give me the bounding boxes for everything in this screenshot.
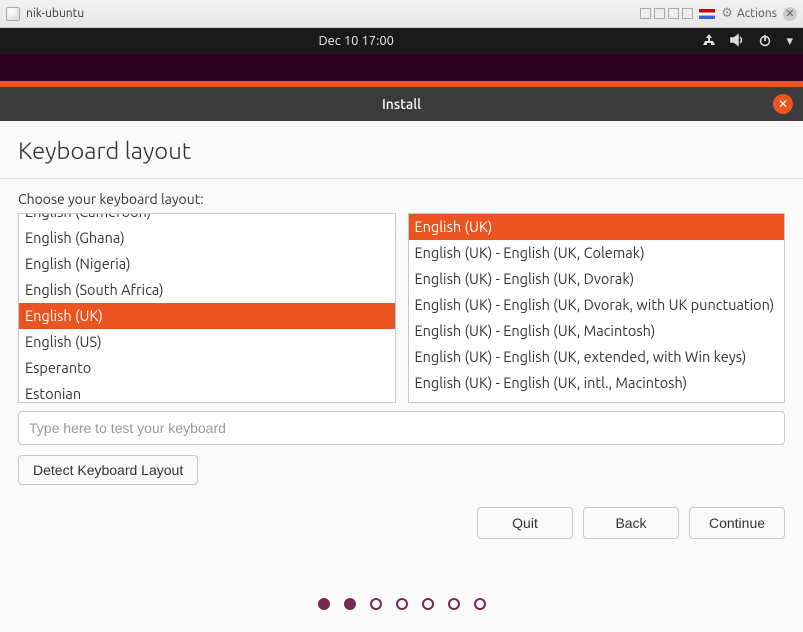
vm-title: nik-ubuntu <box>26 7 84 20</box>
display-icon[interactable] <box>668 8 679 19</box>
vm-titlebar: nik-ubuntu ⚙ Actions ✕ <box>0 0 803 28</box>
installer-page: Keyboard layout Choose your keyboard lay… <box>0 121 803 576</box>
list-item[interactable]: English (US) <box>19 329 395 355</box>
network-icon[interactable] <box>702 33 716 50</box>
display-icon[interactable] <box>640 8 651 19</box>
vm-actions-menu[interactable]: Actions <box>737 7 777 20</box>
dialog-titlebar: Install ✕ <box>0 87 803 121</box>
vm-close-button[interactable]: ✕ <box>783 7 797 21</box>
progress-dot <box>396 598 408 610</box>
window-chrome-strip <box>0 54 803 81</box>
page-title: Keyboard layout <box>18 137 785 164</box>
flag-icon[interactable] <box>699 9 715 19</box>
list-item[interactable]: English (UK) <box>19 303 395 329</box>
list-item[interactable]: English (South Africa) <box>19 277 395 303</box>
progress-dots <box>0 576 803 632</box>
dialog-title: Install <box>382 96 421 112</box>
list-item[interactable]: Estonian <box>19 381 395 403</box>
list-item[interactable]: English (UK) - English (UK, Colemak) <box>409 240 785 266</box>
progress-dot <box>422 598 434 610</box>
keyboard-test-input[interactable] <box>18 411 785 445</box>
volume-icon[interactable] <box>730 33 744 50</box>
language-listbox[interactable]: English (Cameroon)English (Ghana)English… <box>18 213 396 403</box>
prompt-label: Choose your keyboard layout: <box>18 191 785 207</box>
ubuntu-top-bar: Dec 10 17:00 ▾ <box>0 28 803 54</box>
list-item[interactable]: English (UK) - English (UK, intl., with … <box>409 396 785 403</box>
progress-dot <box>448 598 460 610</box>
list-item[interactable]: English (UK) - English (UK, Macintosh) <box>409 318 785 344</box>
variant-listbox[interactable]: English (UK)English (UK) - English (UK, … <box>408 213 786 403</box>
list-item[interactable]: English (Ghana) <box>19 225 395 251</box>
display-icon[interactable] <box>654 8 665 19</box>
footer-buttons: Quit Back Continue <box>18 507 785 539</box>
power-icon[interactable] <box>758 33 772 50</box>
progress-dot <box>318 598 330 610</box>
list-item[interactable]: English (UK) - English (UK, extended, wi… <box>409 344 785 370</box>
detect-layout-button[interactable]: Detect Keyboard Layout <box>18 455 198 485</box>
quit-button[interactable]: Quit <box>477 507 573 539</box>
back-button[interactable]: Back <box>583 507 679 539</box>
list-item[interactable]: English (Nigeria) <box>19 251 395 277</box>
list-item[interactable]: English (UK) - English (UK, Dvorak, with… <box>409 292 785 318</box>
list-item[interactable]: Esperanto <box>19 355 395 381</box>
clock[interactable]: Dec 10 17:00 <box>10 34 702 48</box>
gear-icon[interactable]: ⚙ <box>721 6 733 21</box>
vm-display-controls[interactable] <box>640 8 693 19</box>
list-item[interactable]: English (UK) - English (UK, Dvorak) <box>409 266 785 292</box>
list-item[interactable]: English (UK) - English (UK, intl., Macin… <box>409 370 785 396</box>
list-item[interactable]: English (Cameroon) <box>19 213 395 225</box>
system-tray[interactable]: ▾ <box>702 33 793 50</box>
list-item[interactable]: English (UK) <box>409 214 785 240</box>
progress-dot <box>370 598 382 610</box>
progress-dot <box>474 598 486 610</box>
divider <box>0 178 803 179</box>
chevron-down-icon[interactable]: ▾ <box>786 34 793 49</box>
vm-app-icon <box>6 7 20 21</box>
continue-button[interactable]: Continue <box>689 507 785 539</box>
progress-dot <box>344 598 356 610</box>
display-icon[interactable] <box>682 8 693 19</box>
close-button[interactable]: ✕ <box>773 94 793 114</box>
